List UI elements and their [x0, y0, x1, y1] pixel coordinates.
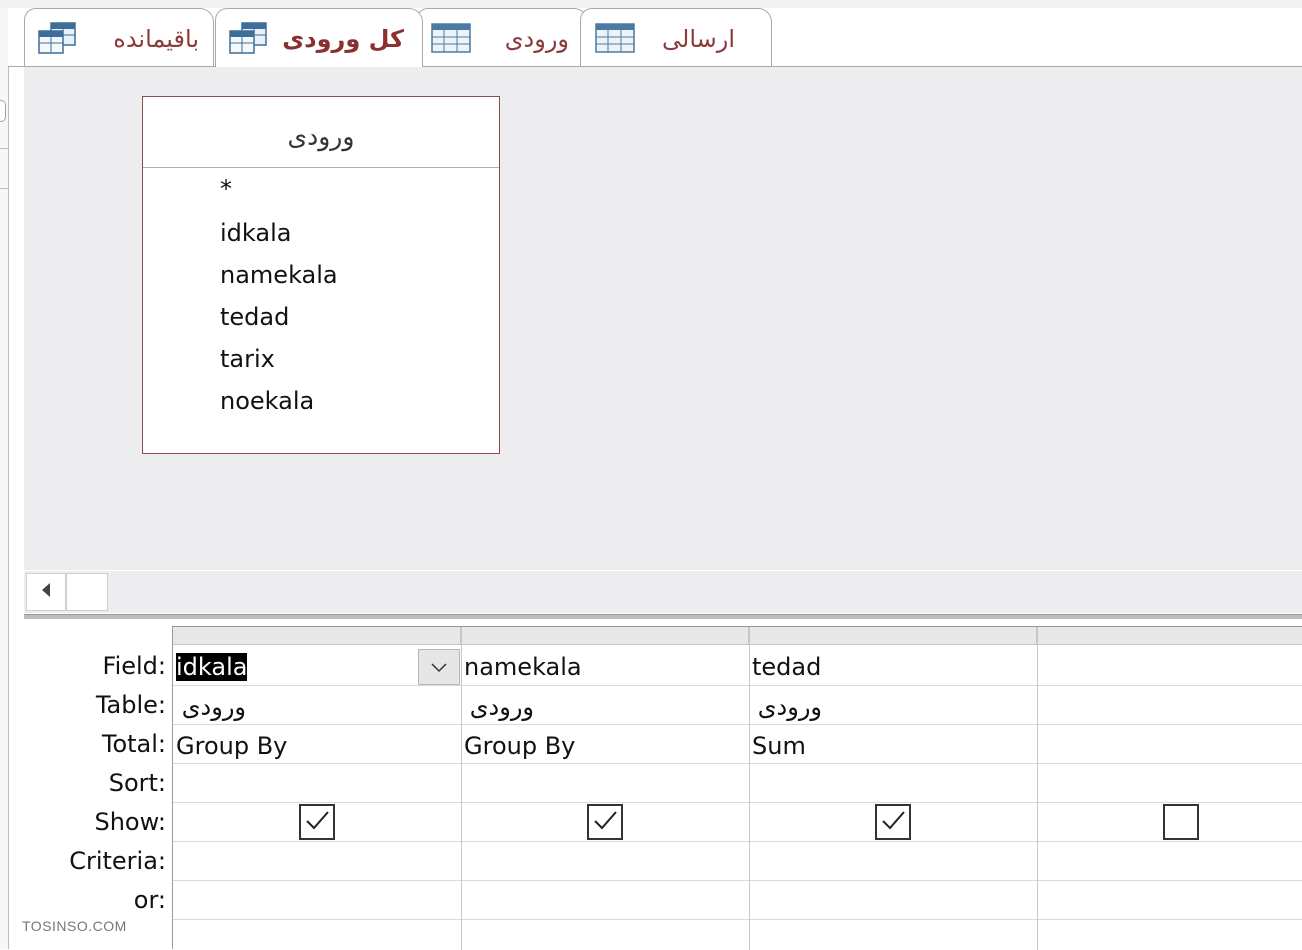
field-list-title[interactable]: ورودی [143, 97, 499, 168]
grid-line [173, 880, 1302, 881]
document-tab-bar: باقیمانده کل ورودی ورودی ارسالی [8, 8, 1302, 67]
field-cell[interactable]: tedad [752, 647, 1032, 685]
grid-line [1037, 627, 1038, 950]
grid-line [173, 841, 1302, 842]
grid-line [173, 724, 1302, 725]
nav-pane-toggle[interactable] [0, 100, 6, 122]
grid-line [173, 919, 1302, 920]
tab-label: ورودی [504, 25, 569, 53]
show-checkbox[interactable] [1163, 804, 1199, 840]
scroll-left-button[interactable] [26, 573, 66, 611]
navigation-pane-edge[interactable] [0, 8, 9, 949]
field-list-item[interactable]: namekala [220, 257, 338, 293]
grid-line [461, 627, 462, 950]
row-label-sort: Sort: [108, 769, 166, 797]
row-label-table: Table: [95, 691, 166, 719]
field-cell[interactable] [1040, 647, 1300, 685]
show-checkbox[interactable] [299, 804, 335, 840]
row-label-show: Show: [94, 808, 166, 836]
column-selector[interactable] [461, 627, 749, 645]
checkmark-icon [304, 809, 330, 835]
watermark: TOSINSO.COM [22, 918, 127, 934]
tab-label: کل ورودی [282, 25, 404, 53]
field-list-item[interactable]: tarix [220, 341, 275, 377]
field-list-table[interactable]: ورودی * idkala namekala tedad tarix noek… [142, 96, 500, 454]
column-selector[interactable] [1037, 627, 1302, 645]
scroll-thumb[interactable] [66, 573, 108, 611]
field-list-item[interactable]: idkala [220, 215, 291, 251]
row-label-field: Field: [102, 652, 166, 680]
checkmark-icon [592, 809, 618, 835]
field-list-item[interactable]: tedad [220, 299, 289, 335]
field-list-item[interactable]: noekala [220, 383, 314, 419]
horizontal-scrollbar[interactable] [24, 571, 1302, 613]
query-design-grid: idkala ورودی Group By namekala ورودی Gro… [172, 626, 1302, 950]
field-dropdown-button[interactable] [418, 649, 460, 685]
tab-input-table[interactable]: ورودی [416, 8, 588, 66]
total-cell[interactable]: Group By [176, 726, 456, 764]
grid-line [173, 802, 1302, 803]
field-cell[interactable]: idkala [176, 647, 416, 685]
table-cell[interactable]: ورودی [464, 687, 534, 725]
total-cell[interactable]: Sum [752, 726, 1032, 764]
tab-sent-table[interactable]: ارسالی [580, 8, 772, 66]
arrow-left-icon [40, 582, 52, 602]
field-cell-value: idkala [176, 653, 248, 681]
total-cell[interactable]: Group By [464, 726, 744, 764]
field-list-item[interactable]: * [220, 171, 232, 207]
tab-remaining-query[interactable]: باقیمانده [24, 8, 214, 66]
show-checkbox[interactable] [587, 804, 623, 840]
divider [0, 188, 8, 189]
grid-line [173, 685, 1302, 686]
divider [0, 148, 8, 149]
table-icon [431, 21, 471, 55]
tab-label: باقیمانده [113, 25, 199, 53]
column-selector[interactable] [173, 627, 461, 645]
checkmark-icon [880, 809, 906, 835]
row-label-or: or: [133, 886, 166, 914]
chevron-down-icon [431, 658, 447, 677]
query-icon [228, 21, 268, 55]
row-label-criteria: Criteria: [69, 847, 166, 875]
row-label-total: Total: [101, 730, 166, 758]
grid-line [749, 627, 750, 950]
table-icon [595, 21, 635, 55]
show-checkbox[interactable] [875, 804, 911, 840]
table-cell[interactable]: ورودی [752, 687, 822, 725]
table-cell[interactable]: ورودی [176, 687, 246, 725]
tab-label: ارسالی [662, 25, 735, 53]
column-selector[interactable] [749, 627, 1037, 645]
field-cell[interactable]: namekala [464, 647, 744, 685]
tab-total-input-query[interactable]: کل ورودی [215, 8, 423, 67]
query-icon [37, 21, 77, 55]
